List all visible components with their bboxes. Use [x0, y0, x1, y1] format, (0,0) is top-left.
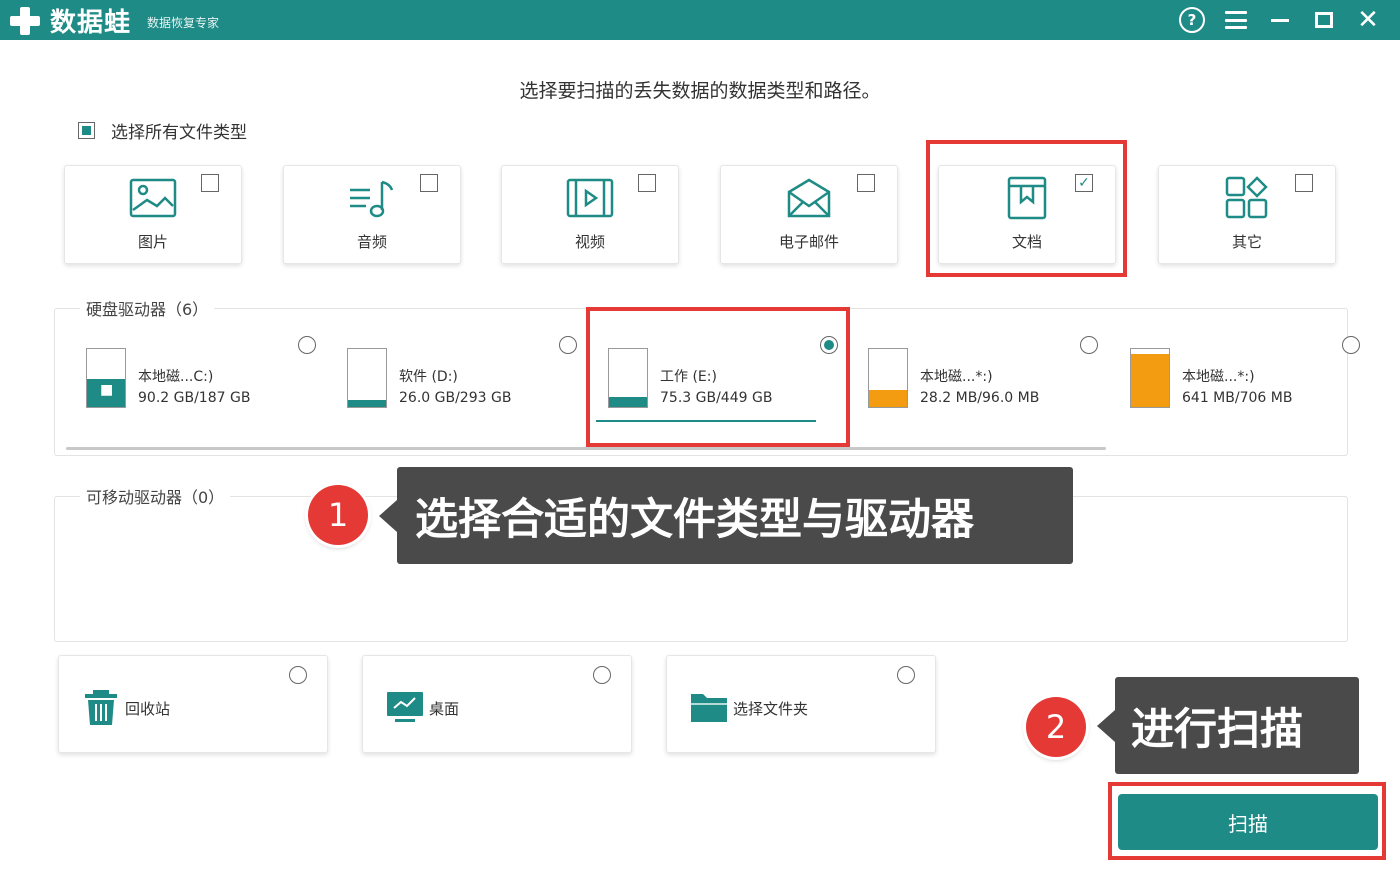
- file-type-card-video[interactable]: 视频: [501, 165, 679, 264]
- location-label: 桌面: [429, 700, 460, 718]
- drive-size: 26.0 GB/293 GB: [399, 390, 512, 406]
- file-type-checkbox[interactable]: [638, 174, 656, 192]
- other-icon: [1225, 176, 1268, 219]
- close-icon: ✕: [1357, 5, 1379, 35]
- drive-size: 28.2 MB/96.0 MB: [920, 390, 1040, 406]
- location-radio[interactable]: [289, 666, 307, 684]
- location-card-desktop[interactable]: 桌面: [362, 655, 632, 753]
- folder-icon: [691, 694, 727, 722]
- location-radio[interactable]: [897, 666, 915, 684]
- menu-button[interactable]: [1214, 0, 1258, 40]
- annotation-callout-2: 进行扫描: [1115, 677, 1359, 774]
- drive-name: 本地磁...C:): [138, 369, 214, 385]
- file-type-checkbox[interactable]: [201, 174, 219, 192]
- location-label: 回收站: [125, 700, 171, 718]
- drive-radio[interactable]: [1342, 336, 1360, 354]
- file-type-label: 视频: [574, 233, 605, 251]
- drive-size: 641 MB/706 MB: [1182, 390, 1293, 406]
- file-type-card-email[interactable]: 电子邮件: [720, 165, 898, 264]
- hard-drives-title: 硬盘驱动器（6）: [80, 296, 215, 320]
- drive-item-5[interactable]: 本地磁...*:) 641 MB/706 MB: [1130, 330, 1380, 420]
- drive-icon: [347, 348, 387, 408]
- drive-radio[interactable]: [559, 336, 577, 354]
- partial-check-icon: [82, 126, 91, 135]
- location-radio[interactable]: [593, 666, 611, 684]
- drive-name: 本地磁...*:): [1182, 369, 1255, 385]
- drive-icon: [868, 348, 908, 408]
- annotation-badge-2: 2: [1026, 697, 1086, 757]
- image-icon: [129, 178, 177, 218]
- minimize-button[interactable]: [1258, 0, 1302, 40]
- drive-name: 本地磁...*:): [920, 369, 993, 385]
- drive-usage-fill: [1131, 354, 1169, 407]
- annotation-callout-1: 选择合适的文件类型与驱动器: [397, 467, 1073, 564]
- file-type-label: 电子邮件: [778, 233, 839, 251]
- window-controls: ? ✕: [1170, 0, 1390, 40]
- close-button[interactable]: ✕: [1346, 0, 1390, 40]
- drive-size: 90.2 GB/187 GB: [138, 390, 251, 406]
- file-type-checkbox[interactable]: [420, 174, 438, 192]
- file-type-checkbox[interactable]: [1295, 174, 1313, 192]
- annotation-badge-1: 1: [308, 485, 368, 545]
- maximize-icon: [1315, 12, 1333, 28]
- trash-icon: [85, 690, 117, 725]
- file-type-label: 其它: [1231, 233, 1262, 251]
- drive-usage-fill: [348, 400, 386, 407]
- file-type-card-other[interactable]: 其它: [1158, 165, 1336, 264]
- drive-radio[interactable]: [298, 336, 316, 354]
- highlight-drive-e: [586, 307, 850, 447]
- file-type-card-audio[interactable]: 音频: [283, 165, 461, 264]
- drive-name: 软件 (D:): [399, 369, 458, 385]
- page-heading: 选择要扫描的丢失数据的数据类型和路径。: [519, 80, 881, 102]
- help-icon: ?: [1179, 7, 1205, 33]
- title-bar: 数据蛙 数据恢复专家 ? ✕: [0, 0, 1400, 40]
- app-logo: 数据蛙 数据恢复专家: [8, 3, 220, 38]
- app-name: 数据蛙: [50, 7, 132, 38]
- highlight-scan-button: [1108, 782, 1386, 860]
- drive-usage-fill: [869, 390, 907, 407]
- windows-icon: ■: [100, 382, 114, 398]
- drive-item-4[interactable]: 本地磁...*:) 28.2 MB/96.0 MB: [868, 330, 1118, 420]
- drive-icon: [1130, 348, 1170, 408]
- minimize-icon: [1271, 18, 1289, 22]
- select-all-checkbox[interactable]: 选择所有文件类型: [78, 118, 247, 143]
- drive-radio[interactable]: [1080, 336, 1098, 354]
- music-icon: [350, 180, 394, 218]
- mail-icon: [787, 178, 831, 218]
- location-card-select-folder[interactable]: 选择文件夹: [666, 655, 936, 753]
- drive-icon: ■: [86, 348, 126, 408]
- location-label: 选择文件夹: [733, 700, 809, 718]
- menu-icon: [1225, 11, 1247, 29]
- drive-item-c[interactable]: ■ 本地磁...C:) 90.2 GB/187 GB: [86, 330, 336, 420]
- video-icon: [566, 178, 614, 218]
- file-type-checkbox[interactable]: [857, 174, 875, 192]
- highlight-document-card: [926, 140, 1127, 277]
- file-type-label: 音频: [356, 233, 387, 251]
- help-button[interactable]: ?: [1170, 0, 1214, 40]
- app-subtitle: 数据恢复专家: [147, 15, 220, 30]
- removable-drives-title: 可移动驱动器（0）: [80, 484, 231, 508]
- file-type-label: 图片: [137, 233, 168, 251]
- select-all-box[interactable]: [78, 122, 95, 139]
- maximize-button[interactable]: [1302, 0, 1346, 40]
- desktop-icon: [387, 692, 423, 722]
- drives-scrollbar[interactable]: [66, 447, 1106, 450]
- select-all-label: 选择所有文件类型: [111, 123, 247, 143]
- file-type-card-image[interactable]: 图片: [64, 165, 242, 264]
- drive-item-d[interactable]: 软件 (D:) 26.0 GB/293 GB: [347, 330, 597, 420]
- location-card-recycle-bin[interactable]: 回收站: [58, 655, 328, 753]
- logo-cross-icon: [8, 3, 42, 37]
